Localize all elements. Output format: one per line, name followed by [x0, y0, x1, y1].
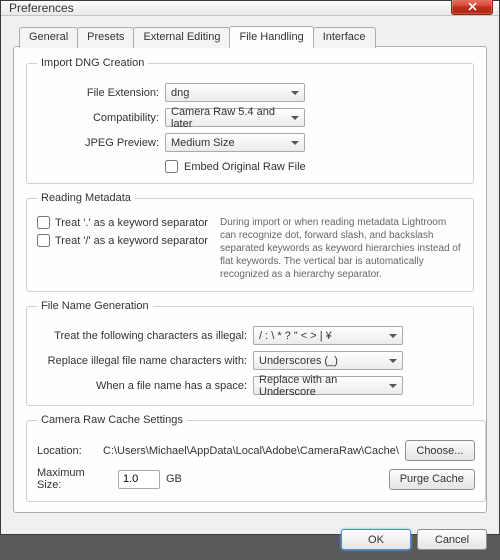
treat-dot-label: Treat '.' as a keyword separator: [55, 217, 208, 229]
jpeg-preview-value: Medium Size: [171, 137, 235, 149]
compatibility-label: Compatibility:: [37, 112, 159, 124]
cancel-button[interactable]: Cancel: [417, 529, 487, 550]
metadata-help-text: During import or when reading metadata L…: [220, 216, 463, 281]
file-extension-select[interactable]: dng: [165, 83, 305, 102]
tab-presets[interactable]: Presets: [77, 27, 134, 48]
close-button[interactable]: [451, 0, 493, 15]
illegal-chars-label: Treat the following characters as illega…: [37, 330, 247, 342]
max-size-label: Maximum Size:: [37, 467, 112, 491]
titlebar: Preferences: [1, 1, 499, 16]
ok-button[interactable]: OK: [341, 529, 411, 550]
purge-cache-button[interactable]: Purge Cache: [389, 469, 475, 490]
content-area: General Presets External Editing File Ha…: [1, 16, 499, 521]
cache-location-value: C:\Users\Michael\AppData\Local\Adobe\Cam…: [103, 445, 399, 457]
choose-button[interactable]: Choose...: [405, 440, 475, 461]
window-title: Preferences: [9, 1, 451, 15]
jpeg-preview-label: JPEG Preview:: [37, 137, 159, 149]
file-name-gen-group: File Name Generation Treat the following…: [26, 300, 474, 406]
space-handling-select[interactable]: Replace with an Underscore: [253, 376, 403, 395]
space-handling-label: When a file name has a space:: [37, 380, 247, 392]
replace-with-value: Underscores (_): [259, 355, 338, 367]
embed-raw-checkbox[interactable]: [165, 160, 178, 173]
tab-general[interactable]: General: [19, 27, 78, 48]
close-icon: [468, 2, 477, 11]
import-dng-group: Import DNG Creation File Extension: dng …: [26, 57, 474, 184]
tab-strip: General Presets External Editing File Ha…: [19, 26, 487, 47]
tab-external-editing[interactable]: External Editing: [133, 27, 230, 48]
dialog-footer: OK Cancel: [1, 521, 499, 560]
cache-settings-legend: Camera Raw Cache Settings: [37, 414, 187, 426]
file-name-gen-legend: File Name Generation: [37, 300, 153, 312]
embed-raw-label: Embed Original Raw File: [184, 161, 306, 173]
illegal-chars-select[interactable]: / : \ * ? " < > | ¥: [253, 326, 403, 345]
replace-with-label: Replace illegal file name characters wit…: [37, 355, 247, 367]
reading-metadata-group: Reading Metadata Treat '.' as a keyword …: [26, 192, 474, 292]
replace-with-select[interactable]: Underscores (_): [253, 351, 403, 370]
import-dng-legend: Import DNG Creation: [37, 57, 148, 69]
compatibility-value: Camera Raw 5.4 and later: [171, 106, 286, 130]
file-extension-label: File Extension:: [37, 87, 159, 99]
tab-interface[interactable]: Interface: [313, 27, 376, 48]
illegal-chars-value: / : \ * ? " < > | ¥: [259, 330, 332, 342]
jpeg-preview-select[interactable]: Medium Size: [165, 133, 305, 152]
file-extension-value: dng: [171, 87, 189, 99]
max-size-input[interactable]: [118, 470, 160, 489]
tab-file-handling[interactable]: File Handling: [229, 26, 313, 47]
cache-settings-group: Camera Raw Cache Settings Location: C:\U…: [26, 414, 486, 502]
treat-slash-label: Treat '/' as a keyword separator: [55, 235, 208, 247]
tab-panel: Import DNG Creation File Extension: dng …: [13, 46, 487, 513]
treat-dot-checkbox[interactable]: [37, 216, 50, 229]
treat-slash-checkbox[interactable]: [37, 234, 50, 247]
cache-location-label: Location:: [37, 445, 97, 457]
reading-metadata-legend: Reading Metadata: [37, 192, 135, 204]
space-handling-value: Replace with an Underscore: [259, 374, 384, 398]
preferences-window: Preferences General Presets External Edi…: [0, 0, 500, 535]
max-size-unit: GB: [166, 473, 182, 485]
compatibility-select[interactable]: Camera Raw 5.4 and later: [165, 108, 305, 127]
